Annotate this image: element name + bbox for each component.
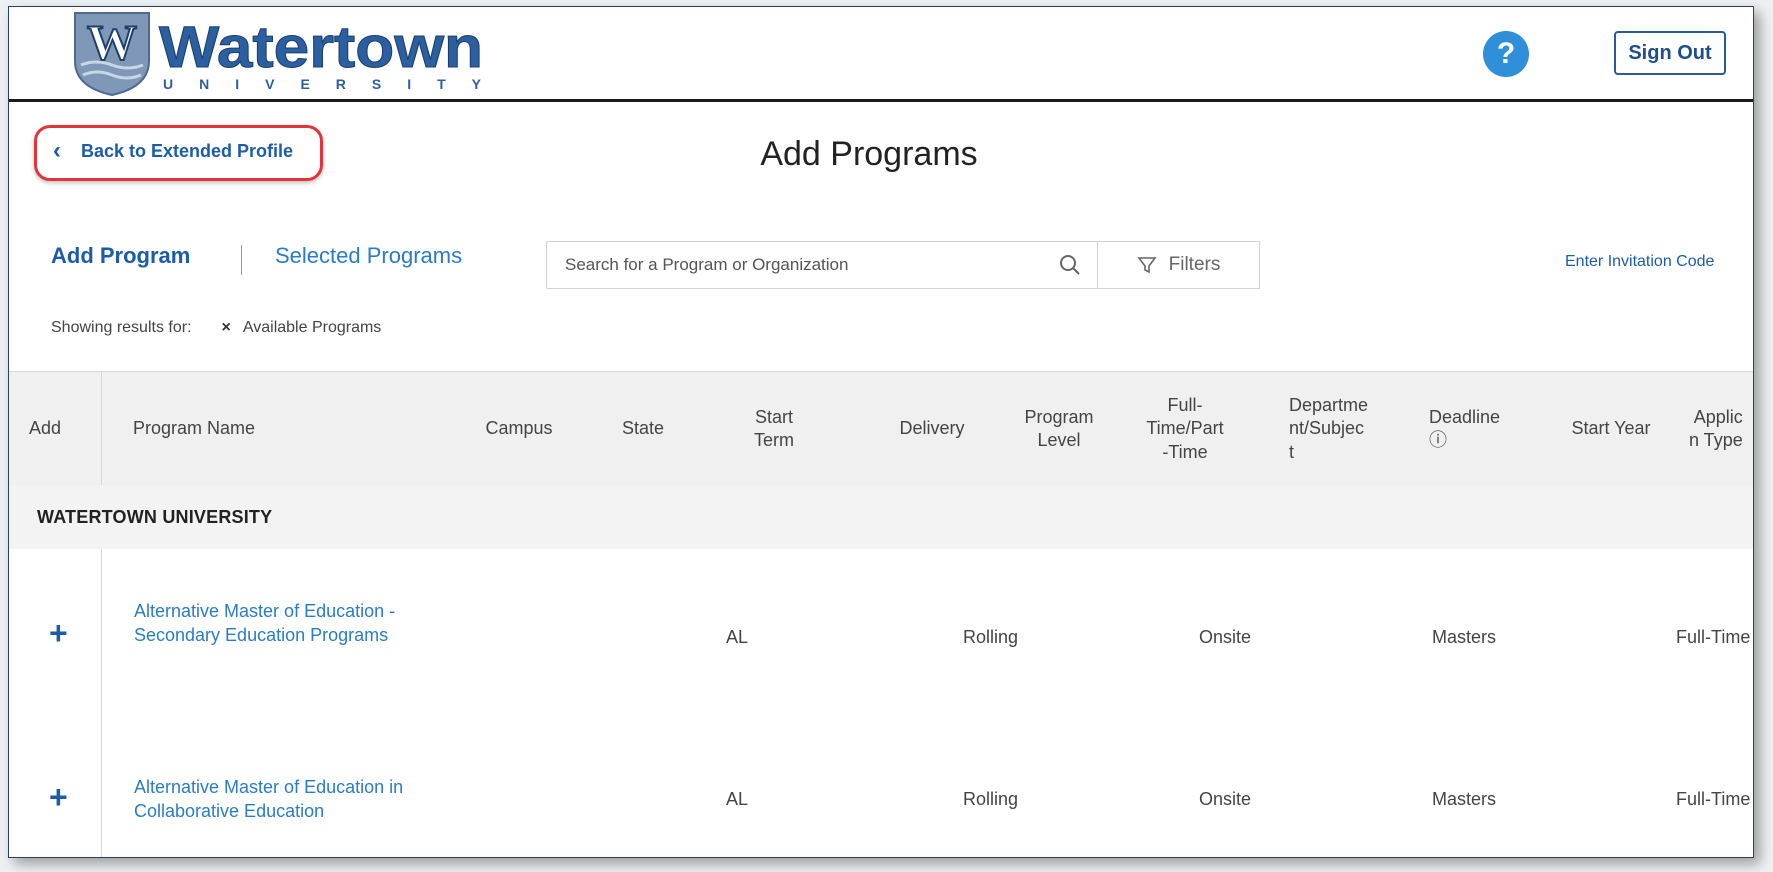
- table-group-row: WATERTOWN UNIVERSITY: [9, 485, 1753, 550]
- program-level-cell: Masters: [1432, 627, 1497, 647]
- column-header-delivery[interactable]: Delivery: [887, 372, 977, 486]
- results-filter-summary: Showing results for: × Available Program…: [51, 319, 381, 337]
- logo-letter: W: [87, 14, 137, 70]
- column-header-program-name[interactable]: Program Name: [133, 372, 293, 486]
- filter-chip[interactable]: × Available Programs: [222, 319, 382, 337]
- help-icon[interactable]: ?: [1483, 31, 1529, 77]
- delivery-cell: Onsite: [1199, 789, 1252, 809]
- filters-button[interactable]: Filters: [1097, 241, 1260, 289]
- search-icon[interactable]: [1059, 254, 1081, 276]
- column-header-start-term[interactable]: Start Term: [739, 372, 809, 486]
- full-part-time-cell: Full-Time: [1676, 789, 1751, 809]
- state-cell: AL: [726, 789, 749, 809]
- program-name-link[interactable]: Alternative Master of Education - Second…: [134, 599, 424, 648]
- showing-label: Showing results for:: [51, 319, 192, 336]
- column-header-state[interactable]: State: [613, 372, 673, 486]
- column-divider: [101, 549, 102, 727]
- start-term-cell: Rolling: [963, 627, 1019, 647]
- back-link-label: Back to Extended Profile: [81, 140, 294, 161]
- watertown-logo: W Watertown UNIVERSITY: [74, 12, 484, 97]
- close-icon[interactable]: ×: [222, 319, 231, 337]
- tab-add-program[interactable]: Add Program: [51, 243, 190, 269]
- program-name-link[interactable]: Alternative Master of Education in Colla…: [134, 775, 424, 824]
- column-header-deadline[interactable]: Deadline ⓘ: [1429, 372, 1519, 486]
- start-term-cell: Rolling: [963, 789, 1019, 809]
- group-label: WATERTOWN UNIVERSITY: [37, 506, 273, 527]
- state-cell: AL: [726, 627, 749, 647]
- full-part-time-cell: Full-Time: [1676, 627, 1751, 647]
- column-header-program-level[interactable]: Program Level: [1014, 372, 1104, 486]
- add-program-button[interactable]: +: [49, 615, 68, 652]
- tab-selected-programs[interactable]: Selected Programs: [275, 243, 462, 269]
- delivery-cell: Onsite: [1199, 627, 1252, 647]
- column-header-full-part-time[interactable]: Full- Time/Part -Time: [1137, 372, 1233, 486]
- header-divider: [9, 99, 1753, 102]
- enter-invitation-code-link[interactable]: Enter Invitation Code: [1565, 253, 1714, 271]
- column-header-department-subject[interactable]: Departme nt/Subjec t: [1289, 372, 1389, 486]
- search-input[interactable]: [563, 254, 1059, 276]
- chevron-left-icon: ‹: [53, 137, 61, 164]
- page-title: Add Programs: [760, 135, 978, 173]
- column-header-add: Add: [29, 418, 62, 439]
- column-header-campus[interactable]: Campus: [479, 372, 559, 486]
- table-row: + Alternative Master of Education in Col…: [9, 727, 1753, 857]
- app-window: W Watertown UNIVERSITY ? Sign Out ‹ Back…: [8, 6, 1754, 858]
- sign-out-button[interactable]: Sign Out: [1614, 31, 1726, 75]
- program-level-cell: Masters: [1432, 789, 1497, 809]
- back-to-extended-profile-link[interactable]: ‹ Back to Extended Profile: [53, 139, 293, 163]
- filter-icon: [1137, 257, 1157, 274]
- column-divider: [101, 727, 102, 857]
- filter-chip-label: Available Programs: [242, 319, 382, 336]
- column-divider: [101, 371, 102, 485]
- column-header-application-type[interactable]: Applic n Type: [1689, 372, 1753, 486]
- column-header-start-year[interactable]: Start Year: [1561, 372, 1661, 486]
- search-box: [546, 241, 1098, 289]
- table-header: Add Program Name Campus State Start Term…: [9, 371, 1753, 487]
- header: W Watertown UNIVERSITY ? Sign Out: [9, 7, 1753, 99]
- add-program-button[interactable]: +: [49, 779, 68, 816]
- tab-divider: [241, 245, 242, 275]
- logo-name: Watertown: [159, 15, 483, 80]
- table-row: + Alternative Master of Education - Seco…: [9, 549, 1753, 728]
- filters-label: Filters: [1168, 254, 1221, 275]
